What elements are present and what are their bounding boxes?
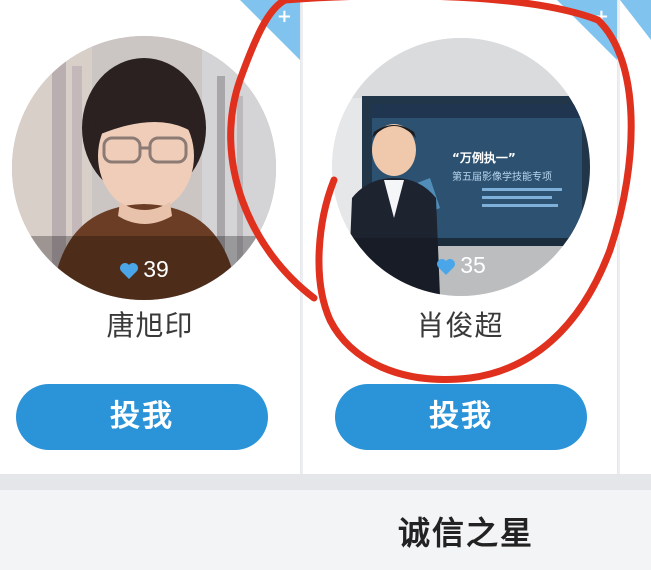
candidate-photo[interactable]: 39 (12, 36, 276, 300)
section-divider (0, 474, 651, 490)
corner-badge-left[interactable]: + (240, 0, 300, 60)
banner-title: “万例执一” (452, 150, 516, 165)
vote-button[interactable]: 投我 (335, 384, 587, 450)
banner-subtitle: 第五届影像学技能专项 (452, 170, 552, 183)
plus-icon[interactable]: + (277, 8, 292, 26)
like-count: 39 (12, 256, 276, 282)
vote-button[interactable]: 投我 (16, 384, 268, 450)
section-title: 诚信之星 (398, 514, 535, 552)
like-count-value: 39 (143, 256, 169, 282)
candidate-card-partial[interactable] (620, 0, 651, 474)
like-count: 35 (332, 252, 590, 278)
plus-icon[interactable]: + (594, 8, 609, 26)
voting-page: + + 39 “万例执一” 第五届影像学技能专项 35 唐旭印 肖俊超 投我 投… (0, 0, 651, 570)
candidate-name: 肖俊超 (416, 309, 504, 342)
section-header (0, 490, 651, 570)
candidate-photo[interactable]: “万例执一” 第五届影像学技能专项 35 (332, 38, 590, 296)
like-count-value: 35 (460, 252, 486, 278)
heart-icon (437, 259, 456, 275)
candidate-name: 唐旭印 (106, 309, 194, 342)
heart-icon (120, 263, 139, 279)
corner-badge[interactable] (620, 0, 651, 40)
